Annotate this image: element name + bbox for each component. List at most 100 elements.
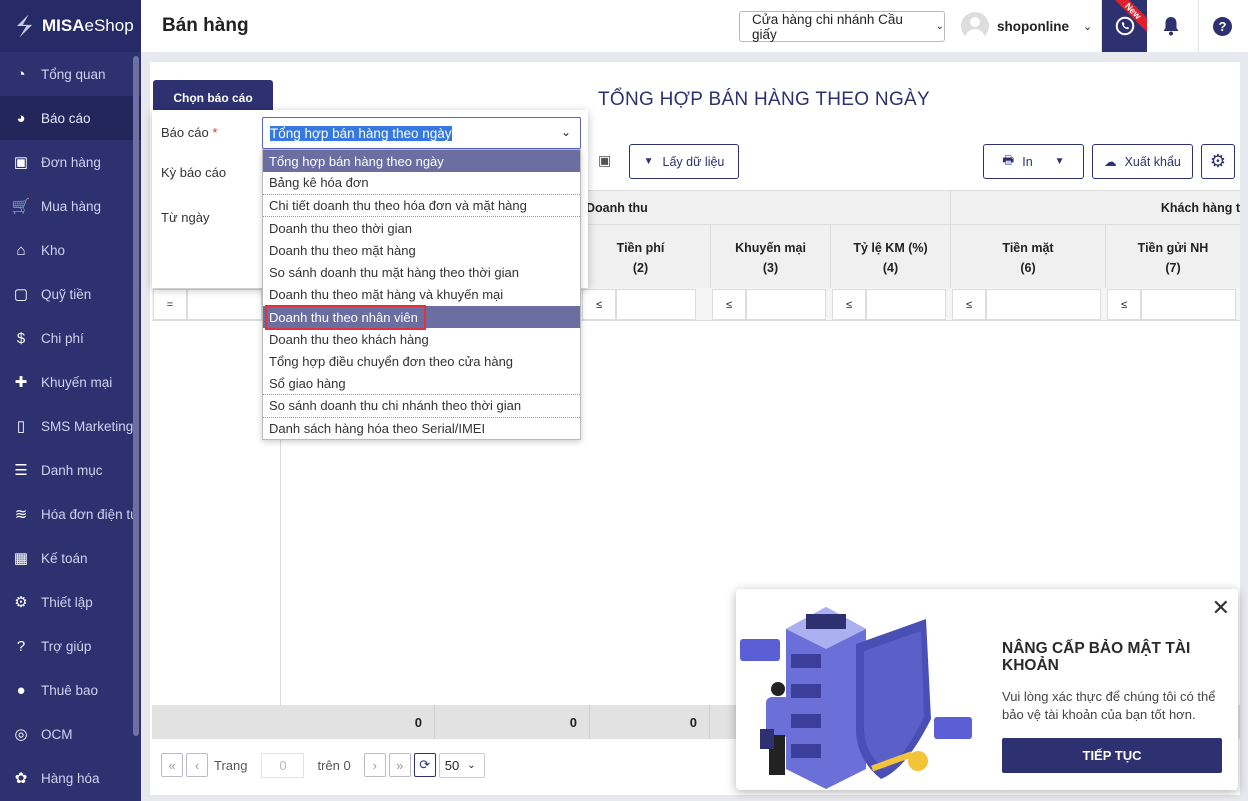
report-option[interactable]: Danh sách hàng hóa theo Serial/IMEI: [263, 418, 580, 440]
sidebar-item-label: Chi phí: [41, 330, 84, 346]
brand-name: MISA: [42, 16, 85, 35]
notification-button[interactable]: [1147, 0, 1195, 52]
first-page-button[interactable]: «: [161, 753, 183, 777]
export-label: Xuất khẩu: [1124, 154, 1181, 169]
popup-text: Vui lòng xác thực để chúng tôi có thể bả…: [1002, 689, 1216, 722]
report-option[interactable]: Doanh thu theo nhân viên: [263, 304, 580, 330]
continue-button[interactable]: TIẾP TỤC: [1002, 738, 1222, 773]
filter-operator[interactable]: =: [153, 289, 187, 320]
export-button[interactable]: ☁ Xuất khẩu: [1092, 144, 1193, 179]
page-size-select[interactable]: 50 ⌄: [438, 752, 485, 778]
sidebar-item-10[interactable]: ≋ Hóa đơn điện tử: [0, 492, 141, 536]
avatar: [961, 12, 989, 40]
pagination: « ‹ Trang 0 trên 0 › » ⟳ 50 ⌄: [161, 752, 485, 778]
report-option-label: Doanh thu theo khách hàng: [269, 332, 429, 348]
user-menu[interactable]: shoponline ⌄: [961, 12, 1092, 40]
report-option[interactable]: So sánh doanh thu chi nhánh theo thời gi…: [263, 395, 580, 418]
report-option[interactable]: Doanh thu theo thời gian: [263, 217, 580, 239]
column-name: Khuyến mại: [735, 241, 806, 255]
sidebar-item-8[interactable]: ▯ SMS Marketing: [0, 404, 141, 448]
from-date-label: Từ ngày: [161, 210, 210, 225]
filter-operator[interactable]: ≤: [952, 289, 986, 320]
sidebar-item-2[interactable]: ▣ Đơn hàng: [0, 140, 141, 184]
page-title: Bán hàng: [162, 15, 249, 36]
sidebar-item-label: Quỹ tiền: [41, 286, 92, 302]
report-option[interactable]: So sánh doanh thu mặt hàng theo thời gia…: [263, 261, 580, 283]
refresh-button[interactable]: ⟳: [413, 753, 436, 777]
sidebar: MISA eShop ◔ Tổng quan ◕ Báo cáo ▣ Đơn hàng 🛒 Mu…: [0, 0, 141, 801]
sidebar-scrollbar[interactable]: [133, 56, 139, 736]
report-option[interactable]: Doanh thu theo mặt hàng và khuyến mại: [263, 284, 580, 306]
filter-operator[interactable]: ≤: [712, 289, 746, 320]
settings-button[interactable]: ⚙: [1201, 144, 1235, 179]
sidebar-item-16[interactable]: ✿ Hàng hóa: [0, 756, 141, 800]
filter-input[interactable]: [866, 289, 946, 320]
filter-input[interactable]: [986, 289, 1101, 320]
report-option[interactable]: Tổng hợp bán hàng theo ngày: [263, 150, 580, 173]
help-button[interactable]: ?: [1198, 0, 1246, 52]
sidebar-item-label: Kho: [41, 242, 66, 258]
print-label: In: [1022, 154, 1033, 169]
sidebar-item-0[interactable]: ◔ Tổng quan: [0, 52, 141, 96]
filter-input[interactable]: [746, 289, 826, 320]
filter-icon: ▼: [643, 156, 654, 167]
phone-button[interactable]: New: [1101, 0, 1147, 52]
chevron-down-icon: ⌄: [935, 21, 944, 32]
sidebar-item-12[interactable]: ⚙ Thiết lập: [0, 580, 141, 624]
report-option[interactable]: Tổng hợp điều chuyển đơn theo cửa hàng: [263, 351, 580, 373]
of-label: trên 0: [317, 757, 351, 773]
filter-input[interactable]: [187, 289, 262, 320]
report-option[interactable]: Chi tiết doanh thu theo hóa đơn và mặt h…: [263, 195, 580, 217]
sidebar-item-3[interactable]: 🛒 Mua hàng: [0, 184, 141, 228]
list-icon: ☰: [14, 462, 28, 479]
store-selector[interactable]: Cửa hàng chi nhánh Cầu giấy ⌄: [739, 11, 945, 42]
report-option[interactable]: Bảng kê hóa đơn: [263, 172, 580, 195]
cloud-download-icon: ☁: [1104, 155, 1117, 169]
sidebar-item-11[interactable]: ▦ Kế toán: [0, 536, 141, 580]
sidebar-item-4[interactable]: ⌂ Kho: [0, 228, 141, 272]
sidebar-item-13[interactable]: ? Trợ giúp: [0, 624, 141, 668]
prev-page-button[interactable]: ‹: [186, 753, 208, 777]
report-option[interactable]: Doanh thu theo khách hàng: [263, 328, 580, 350]
choose-report-tab[interactable]: Chọn báo cáo: [153, 80, 273, 110]
filter-input[interactable]: [1141, 289, 1236, 320]
report-title: TỔNG HỢP BÁN HÀNG THEO NGÀY: [598, 89, 930, 110]
report-label-text: Báo cáo: [161, 125, 209, 140]
filter-operator[interactable]: ≤: [1107, 289, 1141, 320]
column-header: Tỷ lệ KM (%) (4): [830, 225, 950, 289]
close-icon[interactable]: ✕: [1212, 595, 1230, 621]
report-option[interactable]: Doanh thu theo mặt hàng: [263, 239, 580, 261]
print-button[interactable]: 🖶 In ▼: [983, 144, 1084, 179]
column-name: Tiền mặt: [1002, 241, 1054, 255]
sidebar-item-1[interactable]: ◕ Báo cáo: [0, 96, 141, 140]
phone-icon: ▯: [16, 418, 26, 435]
page-input[interactable]: 0: [261, 752, 305, 778]
goods-icon: ✿: [14, 770, 28, 787]
group-header-revenue: Doanh thu: [580, 191, 950, 225]
sidebar-item-7[interactable]: ✚ Khuyến mại: [0, 360, 141, 404]
report-option-label: Doanh thu theo mặt hàng và khuyến mại: [269, 287, 504, 303]
brand-suffix: eShop: [84, 16, 134, 35]
sidebar-item-9[interactable]: ☰ Danh mục: [0, 448, 141, 492]
next-page-button[interactable]: ›: [363, 753, 386, 777]
store-name: Cửa hàng chi nhánh Cầu giấy: [752, 11, 903, 42]
column-number: (2): [632, 261, 649, 275]
report-option[interactable]: Sổ giao hàng: [263, 373, 580, 396]
get-data-button[interactable]: ▼ Lấy dữ liệu: [629, 144, 739, 179]
sidebar-item-14[interactable]: ● Thuê bao: [0, 668, 141, 712]
sidebar-item-15[interactable]: ◎ OCM: [0, 712, 141, 756]
filter-operator[interactable]: ≤: [832, 289, 866, 320]
logo[interactable]: MISA eShop: [0, 0, 141, 52]
user-icon: ●: [16, 681, 26, 699]
report-options-list: Tổng hợp bán hàng theo ngày Bảng kê hóa đ…: [262, 149, 581, 440]
last-page-button[interactable]: »: [388, 753, 411, 777]
filter-input[interactable]: [616, 289, 696, 320]
report-select[interactable]: Tổng hợp bán hàng theo ngày ⌄: [262, 117, 581, 149]
total-cell: 0: [152, 705, 435, 739]
sidebar-item-6[interactable]: $ Chi phí: [0, 316, 141, 360]
sidebar-item-5[interactable]: ▢ Quỹ tiền: [0, 272, 141, 316]
money-icon: $: [16, 329, 26, 347]
date-picker-icon[interactable]: ▣: [598, 152, 611, 169]
filter-operator[interactable]: ≤: [582, 289, 616, 320]
header: Bán hàng Cửa hàng chi nhánh Cầu giấy ⌄ sh…: [141, 0, 1248, 52]
